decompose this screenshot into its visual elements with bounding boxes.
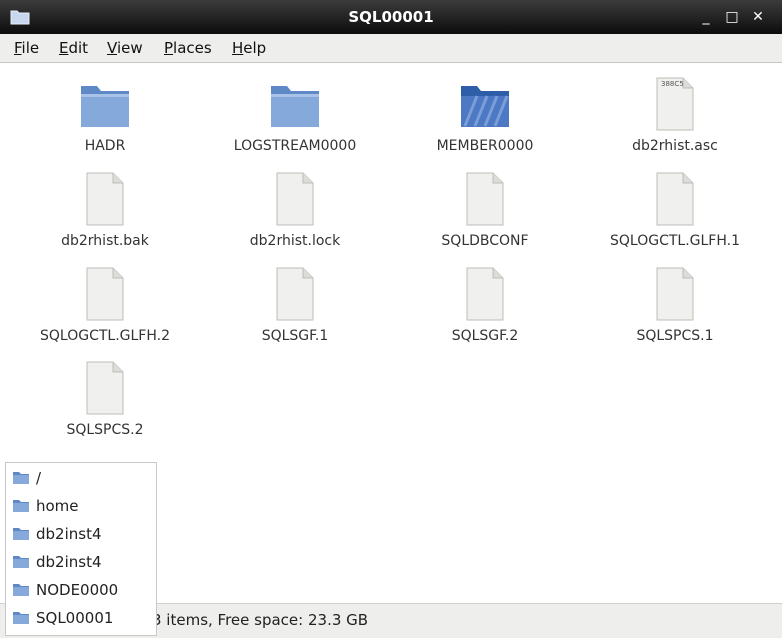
folder-icon	[13, 528, 29, 540]
file-item-sqlsgf-1[interactable]: SQLSGF.1	[205, 266, 385, 344]
file-label: SQLOGCTL.GLFH.2	[40, 328, 170, 344]
file-icon	[656, 172, 694, 226]
file-item-db2rhist-asc[interactable]: 388C5 db2rhist.asc	[585, 76, 765, 154]
menu-edit[interactable]: Edit	[59, 34, 88, 62]
file-item-sqlogctl-glfh-2[interactable]: SQLOGCTL.GLFH.2	[15, 266, 195, 344]
folder-icon	[13, 500, 29, 512]
file-item-sqlspcs-1[interactable]: SQLSPCS.1	[585, 266, 765, 344]
file-icon	[276, 172, 314, 226]
menu-view[interactable]: View	[107, 34, 143, 62]
folder-open-icon	[461, 86, 509, 127]
file-item-member0000[interactable]: MEMBER0000	[395, 76, 575, 154]
svg-text:388C5: 388C5	[661, 80, 684, 88]
file-icon	[466, 267, 504, 321]
file-item-sqlogctl-glfh-1[interactable]: SQLOGCTL.GLFH.1	[585, 171, 765, 249]
file-label: SQLSPCS.2	[66, 422, 144, 438]
text-file-icon: 388C5	[656, 77, 694, 131]
file-icon	[656, 267, 694, 321]
file-item-sqlspcs-2[interactable]: SQLSPCS.2	[15, 360, 195, 438]
file-item-sqlsgf-2[interactable]: SQLSGF.2	[395, 266, 575, 344]
place-item-root[interactable]: /	[6, 464, 156, 492]
place-label: /	[36, 469, 42, 487]
window-title: SQL00001	[348, 8, 434, 26]
file-icon	[466, 172, 504, 226]
place-label: db2inst4	[36, 553, 102, 571]
menu-file[interactable]: File	[14, 34, 39, 62]
file-label: HADR	[84, 138, 126, 154]
menu-help[interactable]: Help	[232, 34, 266, 62]
file-label: db2rhist.asc	[632, 138, 718, 154]
place-label: db2inst4	[36, 525, 102, 543]
place-item-db2inst4[interactable]: db2inst4	[6, 520, 156, 548]
maximize-button[interactable]: □	[722, 7, 742, 27]
file-item-sqldbconf[interactable]: SQLDBCONF	[395, 171, 575, 249]
place-label: SQL00001	[36, 609, 114, 627]
file-label: MEMBER0000	[436, 138, 534, 154]
place-item-sql00001[interactable]: SQL00001	[6, 604, 156, 632]
file-icon	[276, 267, 314, 321]
file-label: db2rhist.bak	[61, 233, 149, 249]
file-icon	[86, 267, 124, 321]
file-item-db2rhist-lock[interactable]: db2rhist.lock	[205, 171, 385, 249]
file-item-hadr[interactable]: HADR	[15, 76, 195, 154]
file-label: SQLDBCONF	[441, 233, 529, 249]
folder-icon	[13, 472, 29, 484]
file-icon	[86, 172, 124, 226]
menu-bar: File Edit View Places Help	[0, 34, 782, 63]
folder-icon	[13, 556, 29, 568]
status-text: 3 items, Free space: 23.3 GB	[152, 611, 369, 629]
title-bar: SQL00001 _ □ ✕	[0, 0, 782, 34]
file-item-logstream0000[interactable]: LOGSTREAM0000	[205, 76, 385, 154]
file-label: SQLOGCTL.GLFH.1	[610, 233, 740, 249]
folder-icon	[13, 612, 29, 624]
place-item-db2inst4-2[interactable]: db2inst4	[6, 548, 156, 576]
place-item-node0000[interactable]: NODE0000	[6, 576, 156, 604]
folder-icon	[81, 86, 129, 127]
close-button[interactable]: ✕	[748, 7, 768, 27]
minimize-button[interactable]: _	[696, 7, 716, 27]
file-label: db2rhist.lock	[249, 233, 341, 249]
file-label: SQLSPCS.1	[636, 328, 714, 344]
place-label: home	[36, 497, 79, 515]
folder-icon	[271, 86, 319, 127]
place-item-home[interactable]: home	[6, 492, 156, 520]
places-list: / home db2inst4 db2inst4 NODE0000 SQL000…	[5, 462, 157, 636]
file-item-db2rhist-bak[interactable]: db2rhist.bak	[15, 171, 195, 249]
place-label: NODE0000	[36, 581, 119, 599]
menu-places[interactable]: Places	[164, 34, 212, 62]
file-label: LOGSTREAM0000	[233, 138, 357, 154]
file-icon	[86, 361, 124, 415]
folder-icon	[13, 584, 29, 596]
file-label: SQLSGF.2	[451, 328, 519, 344]
file-label: SQLSGF.1	[261, 328, 329, 344]
